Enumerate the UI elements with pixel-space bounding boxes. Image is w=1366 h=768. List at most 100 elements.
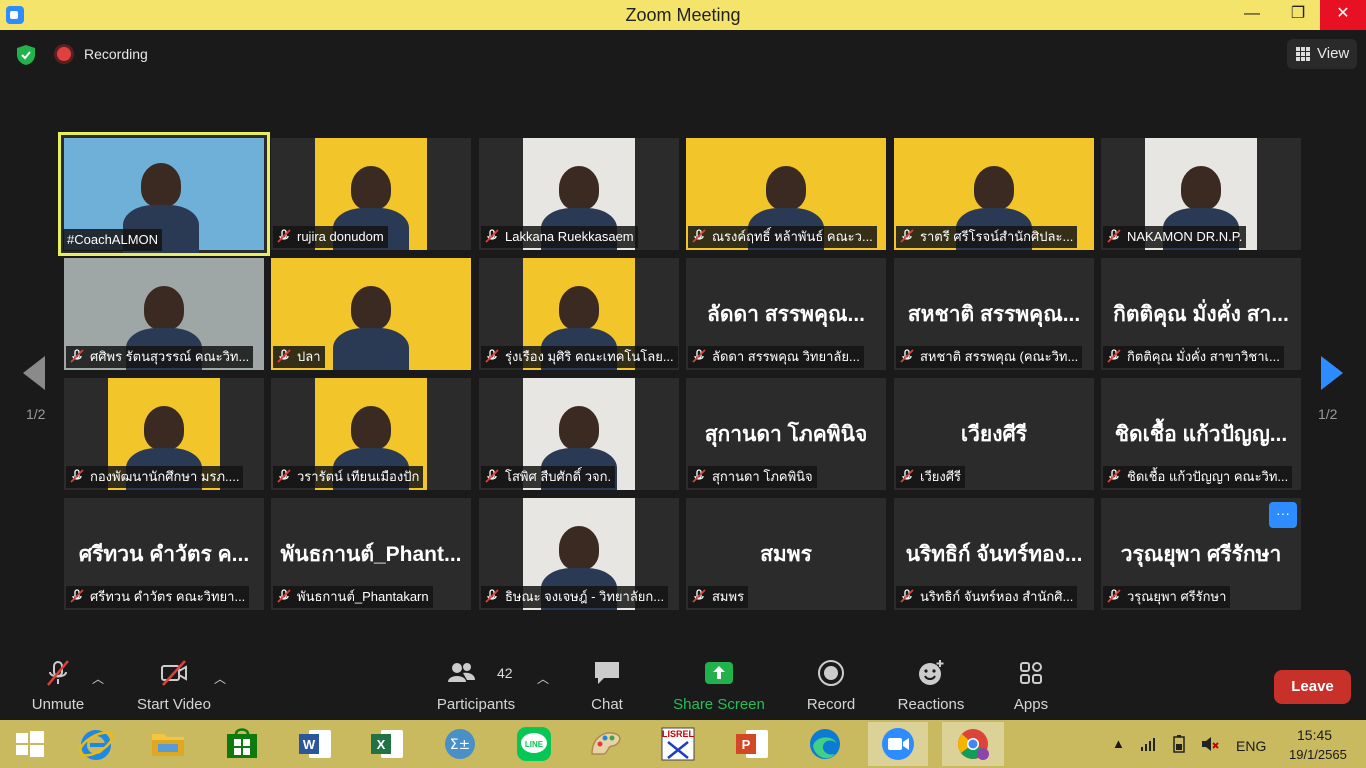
recording-dot-icon <box>57 47 71 61</box>
participant-name-label: ชิดเชื้อ แก้วปัญญา คณะวิท... <box>1103 466 1293 488</box>
reactions-icon <box>919 660 944 685</box>
participant-tile[interactable]: นริทธิก์ จันทร์ทอง... นริทธิก์ จันทร์หอง … <box>894 498 1094 610</box>
participant-tile[interactable]: ปลา <box>271 258 471 370</box>
microsoft-excel-icon[interactable]: X <box>367 724 407 764</box>
participant-name: ธิษณะ จงเจษฎ์ - วิทยาลัยก... <box>505 589 665 604</box>
participant-tile[interactable]: ศศิพร รัตนสุวรรณ์ คณะวิท... <box>64 258 264 370</box>
video-options-caret-icon[interactable]: ︿ <box>214 670 226 687</box>
mic-muted-icon <box>70 589 84 603</box>
chrome-taskbar-button[interactable] <box>942 722 1004 766</box>
participant-tile[interactable]: รุ่งเรือง มุศิริ คณะเทคโนโลย... <box>479 258 679 370</box>
leave-button[interactable]: Leave <box>1274 670 1351 704</box>
chrome-icon <box>958 729 989 760</box>
share-screen-button[interactable]: Share Screen <box>668 640 770 720</box>
participant-tile[interactable]: ศรีทวน คำวัตร ค... ศรีทวน คำวัตร คณะวิทยา… <box>64 498 264 610</box>
participant-tile[interactable]: #CoachALMON <box>58 132 270 256</box>
speaker-muted-icon[interactable] <box>1200 734 1220 754</box>
participant-tile[interactable]: กองพัฒนานักศึกษา มรภ.... <box>64 378 264 490</box>
participant-name: NAKAMON DR.N.P. <box>1127 229 1243 244</box>
participant-display-name: ชิดเชื้อ แก้วปัญญ... <box>1114 423 1288 446</box>
line-app-icon[interactable]: LINE <box>514 724 554 764</box>
share-screen-icon <box>705 662 733 684</box>
view-button[interactable]: View <box>1287 39 1357 69</box>
mic-muted-icon <box>1107 589 1121 603</box>
next-page-arrow-icon[interactable] <box>1321 356 1343 390</box>
participant-name: ราตรี ศรีโรจน์สำนักศิปละ... <box>920 229 1074 244</box>
participant-tile[interactable]: สุกานดา โภคพินิจ สุกานดา โภคพินิจ <box>686 378 886 490</box>
participant-name-label: ราตรี ศรีโรจน์สำนักศิปละ... <box>896 226 1078 248</box>
participant-tile[interactable]: สหชาติ สรรพคุณ... สหชาติ สรรพคุณ (คณะวิท.… <box>894 258 1094 370</box>
participant-name-label: กองพัฒนานักศึกษา มรภ.... <box>66 466 244 488</box>
mic-muted-icon <box>70 469 84 483</box>
participant-silhouette <box>559 526 599 570</box>
participant-name: ชิดเชื้อ แก้วปัญญา คณะวิท... <box>1127 469 1289 484</box>
math-input-icon[interactable]: Σ± <box>440 724 480 764</box>
participant-silhouette <box>351 286 391 330</box>
clock-date[interactable]: 19/1/2565 <box>1289 747 1347 762</box>
participant-tile[interactable]: พันธกานต์_Phant... พันธกานต์_Phantakarn <box>271 498 471 610</box>
more-options-button[interactable]: ··· <box>1269 502 1297 528</box>
svg-text:Σ±: Σ± <box>450 737 471 753</box>
paint-icon[interactable] <box>586 724 626 764</box>
mic-muted-icon <box>485 589 499 603</box>
minimize-button[interactable]: — <box>1229 0 1275 30</box>
windows-start-icon[interactable] <box>10 724 50 764</box>
input-language[interactable]: ENG <box>1236 738 1266 754</box>
audio-options-caret-icon[interactable]: ︿ <box>92 670 104 687</box>
participant-tile[interactable]: โสพิศ สืบศักดิ์ วจก. <box>479 378 679 490</box>
microsoft-store-icon[interactable] <box>222 724 262 764</box>
participant-tile[interactable]: ชิดเชื้อ แก้วปัญญ... ชิดเชื้อ แก้วปัญญา ค… <box>1101 378 1301 490</box>
close-button[interactable]: ✕ <box>1320 0 1366 30</box>
participant-tile[interactable]: วรารัตน์ เทียนเมืองปัก <box>271 378 471 490</box>
lisrel-icon[interactable]: LISREL <box>658 724 698 764</box>
participant-silhouette <box>974 166 1014 210</box>
show-hidden-icons-caret-icon[interactable]: ▲ <box>1112 736 1125 751</box>
participant-tile[interactable]: rujira donudom <box>271 138 471 250</box>
battery-icon[interactable] <box>1170 734 1188 754</box>
zoom-taskbar-button[interactable] <box>868 722 928 766</box>
participant-name-label: ธิษณะ จงเจษฎ์ - วิทยาลัยก... <box>481 586 669 608</box>
clock-time[interactable]: 15:45 <box>1297 727 1332 743</box>
participant-name: Lakkana Ruekkasaem <box>505 229 634 244</box>
maximize-button[interactable]: ❐ <box>1275 0 1321 30</box>
participant-tile[interactable]: กิตติคุณ มั่งคั่ง สา... กิตติคุณ มั่งคั่ง… <box>1101 258 1301 370</box>
participant-silhouette <box>559 286 599 330</box>
participant-tile[interactable]: สมพร สมพร <box>686 498 886 610</box>
recording-label: Recording <box>84 46 148 62</box>
previous-page-arrow-icon[interactable] <box>23 356 45 390</box>
unmute-button[interactable]: Unmute <box>18 640 98 720</box>
microsoft-word-icon[interactable]: W <box>295 724 335 764</box>
participant-tile[interactable]: ธิษณะ จงเจษฎ์ - วิทยาลัยก... <box>479 498 679 610</box>
participant-tile[interactable]: เวียงศีรี เวียงศีรี <box>894 378 1094 490</box>
mic-muted-icon <box>900 229 914 243</box>
participant-tile[interactable]: ราตรี ศรีโรจน์สำนักศิปละ... <box>894 138 1094 250</box>
mic-muted-icon <box>900 349 914 363</box>
participant-silhouette <box>559 166 599 210</box>
participant-name-label: rujira donudom <box>273 226 388 248</box>
apps-icon <box>1020 662 1042 684</box>
participant-tile[interactable]: NAKAMON DR.N.P. <box>1101 138 1301 250</box>
apps-button[interactable]: Apps <box>1000 640 1062 720</box>
participants-options-caret-icon[interactable]: ︿ <box>537 670 549 687</box>
participant-name-label: ศรีทวน คำวัตร คณะวิทยา... <box>66 586 250 608</box>
participant-name-label: นริทธิก์ จันทร์หอง สำนักศิ... <box>896 586 1078 608</box>
network-signal-icon[interactable] <box>1140 736 1156 752</box>
participant-tile[interactable]: ณรงค์ฤทธิ์ หล้าพันธ์ คณะว... <box>686 138 886 250</box>
mic-muted-icon <box>485 229 499 243</box>
participant-tile[interactable]: Lakkana Ruekkasaem <box>479 138 679 250</box>
file-explorer-icon[interactable] <box>148 724 188 764</box>
reactions-button[interactable]: Reactions <box>893 640 969 720</box>
participant-name: เวียงศีรี <box>920 469 961 484</box>
start-video-button[interactable]: Start Video <box>128 640 220 720</box>
participant-tile[interactable]: ลัดดา สรรพคุณ... ลัดดา สรรพคุณ วิทยาลัย..… <box>686 258 886 370</box>
internet-explorer-icon[interactable] <box>76 724 116 764</box>
security-shield-icon[interactable] <box>16 44 36 66</box>
microsoft-powerpoint-icon[interactable]: P <box>732 724 772 764</box>
chat-button[interactable]: Chat <box>577 640 637 720</box>
participants-button[interactable]: 42 Participants <box>430 640 522 720</box>
svg-text:W: W <box>303 737 316 752</box>
record-button[interactable]: Record <box>800 640 862 720</box>
microsoft-edge-icon[interactable] <box>805 724 845 764</box>
mic-muted-icon <box>900 469 914 483</box>
start-video-label: Start Video <box>137 696 211 713</box>
